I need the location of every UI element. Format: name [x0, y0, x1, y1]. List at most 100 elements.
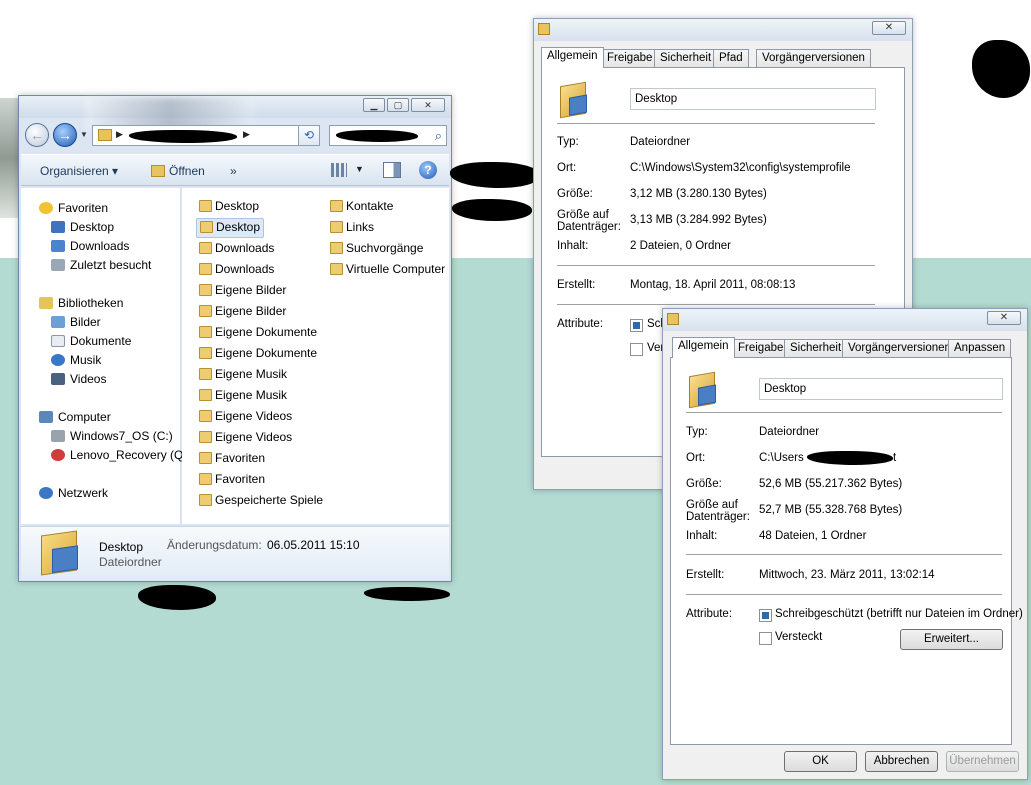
- close-button[interactable]: ✕: [987, 311, 1021, 325]
- forward-button[interactable]: →: [53, 123, 77, 147]
- tab-customize[interactable]: Anpassen: [948, 339, 1012, 357]
- dialog-titlebar[interactable]: ✕: [534, 19, 912, 41]
- list-item[interactable]: Favoriten: [196, 449, 268, 469]
- help-icon[interactable]: ?: [419, 161, 437, 179]
- tab-previous-versions[interactable]: Vorgängerversionen: [842, 339, 957, 357]
- view-dropdown[interactable]: ▼: [355, 164, 364, 174]
- apply-button[interactable]: Übernehmen: [946, 751, 1019, 772]
- list-item[interactable]: Gespeicherte Spiele: [196, 491, 326, 511]
- tab-security[interactable]: Sicherheit: [784, 339, 848, 357]
- recovery-drive-icon: [51, 449, 65, 461]
- refresh-button[interactable]: ⟲: [298, 125, 320, 146]
- recent-pages-dropdown[interactable]: ▼: [80, 130, 88, 139]
- tab-general[interactable]: Allgemein: [672, 337, 735, 358]
- size-value: 3,12 MB (3.280.130 Bytes): [630, 188, 767, 200]
- close-button[interactable]: ✕: [411, 98, 445, 112]
- nav-music[interactable]: Musik: [51, 353, 101, 370]
- folder-icon: [199, 494, 212, 506]
- nav-videos[interactable]: Videos: [51, 372, 106, 389]
- size-on-disk-value: 52,7 MB (55.328.768 Bytes): [759, 504, 903, 516]
- tab-previous-versions[interactable]: Vorgängerversionen: [756, 49, 871, 67]
- command-bar: Organisieren ▾ Öffnen » ▼ ?: [21, 154, 449, 186]
- list-item[interactable]: Eigene Bilder: [196, 281, 289, 301]
- folder-icon: [199, 242, 212, 254]
- change-view-icon[interactable]: [331, 163, 347, 177]
- list-item[interactable]: Suchvorgänge: [327, 239, 426, 259]
- star-icon: [39, 202, 53, 214]
- tab-sharing[interactable]: Freigabe: [601, 49, 659, 67]
- folder-icon: [330, 242, 343, 254]
- list-item[interactable]: Desktop: [196, 218, 265, 238]
- breadcrumb-arrow-icon[interactable]: ▶: [243, 129, 250, 140]
- list-item[interactable]: Eigene Dokumente: [196, 323, 320, 343]
- list-item[interactable]: Eigene Bilder: [196, 302, 289, 322]
- nav-desktop[interactable]: Desktop: [51, 220, 114, 237]
- nav-recent[interactable]: Zuletzt besucht: [51, 258, 151, 275]
- nav-downloads[interactable]: Downloads: [51, 239, 129, 256]
- folder-icon: [199, 200, 212, 212]
- minimize-button[interactable]: ▁: [363, 98, 385, 112]
- details-date-value: 06.05.2011 15:10: [267, 538, 360, 552]
- readonly-checkbox[interactable]: [759, 609, 772, 622]
- organize-button[interactable]: Organisieren ▾: [40, 164, 118, 178]
- close-button[interactable]: ✕: [872, 21, 906, 35]
- list-item[interactable]: Downloads: [196, 239, 277, 259]
- explorer-window[interactable]: ▁ ▢ ✕ ← → ▼ ▶ ▶ ▼ ⟲ ⌕ Organisieren ▾ Öff…: [18, 95, 452, 582]
- readonly-checkbox[interactable]: [630, 319, 643, 332]
- type-value: Dateiordner: [630, 136, 691, 148]
- details-name: Desktop: [99, 540, 144, 554]
- nav-network[interactable]: Netzwerk: [39, 486, 108, 503]
- contents-label: Inhalt:: [686, 530, 718, 542]
- advanced-button[interactable]: Erweitert...: [900, 629, 1003, 650]
- explorer-titlebar[interactable]: ▁ ▢ ✕: [19, 96, 451, 132]
- list-item[interactable]: Downloads: [196, 260, 277, 280]
- open-button[interactable]: Öffnen: [151, 164, 205, 178]
- list-item[interactable]: Favoriten: [196, 470, 268, 490]
- nav-documents[interactable]: Dokumente: [51, 334, 131, 351]
- nav-libraries[interactable]: Bibliotheken: [39, 296, 123, 313]
- preview-pane-icon[interactable]: [383, 162, 401, 178]
- ok-button[interactable]: OK: [784, 751, 857, 772]
- nav-favorites[interactable]: Favoriten: [39, 201, 108, 218]
- tab-sharing[interactable]: Freigabe: [732, 339, 790, 357]
- location-label: Ort:: [557, 162, 577, 174]
- list-item[interactable]: Desktop: [196, 197, 262, 217]
- list-item[interactable]: Virtuelle Computer: [327, 260, 448, 280]
- desktop-icon: [51, 221, 65, 233]
- nav-computer[interactable]: Computer: [39, 410, 111, 427]
- folder-name-field[interactable]: Desktop: [759, 378, 1003, 400]
- nav-drive-c[interactable]: Windows7_OS (C:): [51, 429, 173, 446]
- maximize-button[interactable]: ▢: [387, 98, 409, 112]
- more-commands-button[interactable]: »: [230, 164, 237, 178]
- tab-security[interactable]: Sicherheit: [654, 49, 718, 67]
- hidden-checkbox[interactable]: [759, 632, 772, 645]
- redaction-scribble: [972, 40, 1030, 98]
- properties-dialog-user-desktop[interactable]: ✕ Allgemein Freigabe Sicherheit Vorgänge…: [662, 308, 1028, 780]
- list-item[interactable]: Links: [327, 218, 377, 238]
- list-item[interactable]: Eigene Videos: [196, 407, 295, 427]
- list-item[interactable]: Eigene Videos: [196, 428, 295, 448]
- file-list: Desktop Desktop Downloads Downloads Eige…: [182, 188, 449, 524]
- folder-name-field[interactable]: Desktop: [630, 88, 876, 110]
- nav-drive-q[interactable]: Lenovo_Recovery (Q:: [51, 448, 187, 465]
- list-item[interactable]: Kontakte: [327, 197, 396, 217]
- dialog-titlebar[interactable]: ✕: [663, 309, 1027, 331]
- list-item[interactable]: Eigene Musik: [196, 386, 290, 406]
- search-input[interactable]: ⌕: [329, 125, 447, 146]
- back-button[interactable]: ←: [25, 123, 49, 147]
- breadcrumb-arrow-icon[interactable]: ▶: [116, 129, 123, 140]
- list-item[interactable]: Eigene Dokumente: [196, 344, 320, 364]
- hidden-checkbox[interactable]: [630, 343, 643, 356]
- details-type: Dateiordner: [99, 555, 162, 569]
- folder-icon: [199, 284, 212, 296]
- list-item[interactable]: Eigene Musik: [196, 365, 290, 385]
- redacted-path: [129, 130, 237, 143]
- downloads-icon: [51, 240, 65, 252]
- folder-icon: [199, 473, 212, 485]
- cancel-button[interactable]: Abbrechen: [865, 751, 938, 772]
- nav-pictures[interactable]: Bilder: [51, 315, 101, 332]
- tab-path[interactable]: Pfad: [713, 49, 749, 67]
- created-label: Erstellt:: [557, 279, 596, 291]
- address-bar[interactable]: ▶ ▶ ▼: [92, 125, 320, 146]
- tab-general[interactable]: Allgemein: [541, 47, 604, 68]
